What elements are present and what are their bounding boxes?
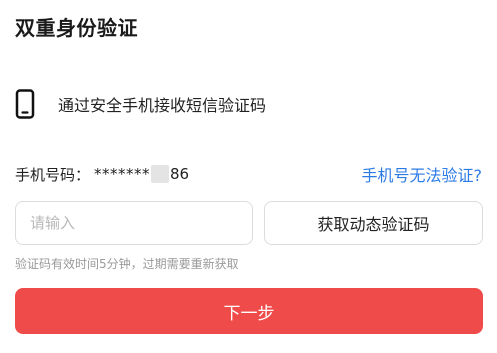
verification-method: 通过安全手机接收短信验证码 (15, 88, 266, 120)
code-input-row: 获取动态验证码 (15, 201, 483, 245)
two-factor-auth-page: 双重身份验证 通过安全手机接收短信验证码 手机号码： ******* 86 手机… (0, 0, 497, 353)
next-step-button[interactable]: 下一步 (15, 288, 483, 334)
verification-code-input[interactable] (15, 201, 253, 245)
phone-number-redaction (151, 165, 170, 183)
mobile-phone-icon (15, 88, 41, 120)
get-code-button[interactable]: 获取动态验证码 (264, 201, 483, 245)
verification-method-text: 通过安全手机接收短信验证码 (58, 96, 267, 115)
phone-number-display: 手机号码： ******* 86 (15, 164, 189, 185)
phone-number-row: 手机号码： ******* 86 手机号无法验证? (15, 162, 482, 186)
cannot-verify-link[interactable]: 手机号无法验证? (362, 162, 483, 186)
phone-number-suffix: 86 (170, 165, 190, 183)
code-validity-hint: 验证码有效时间5分钟，过期需要重新获取 (15, 257, 239, 271)
phone-number-masked: ******* (94, 165, 151, 183)
phone-number-label: 手机号码： (15, 165, 91, 184)
page-title: 双重身份验证 (15, 16, 138, 40)
